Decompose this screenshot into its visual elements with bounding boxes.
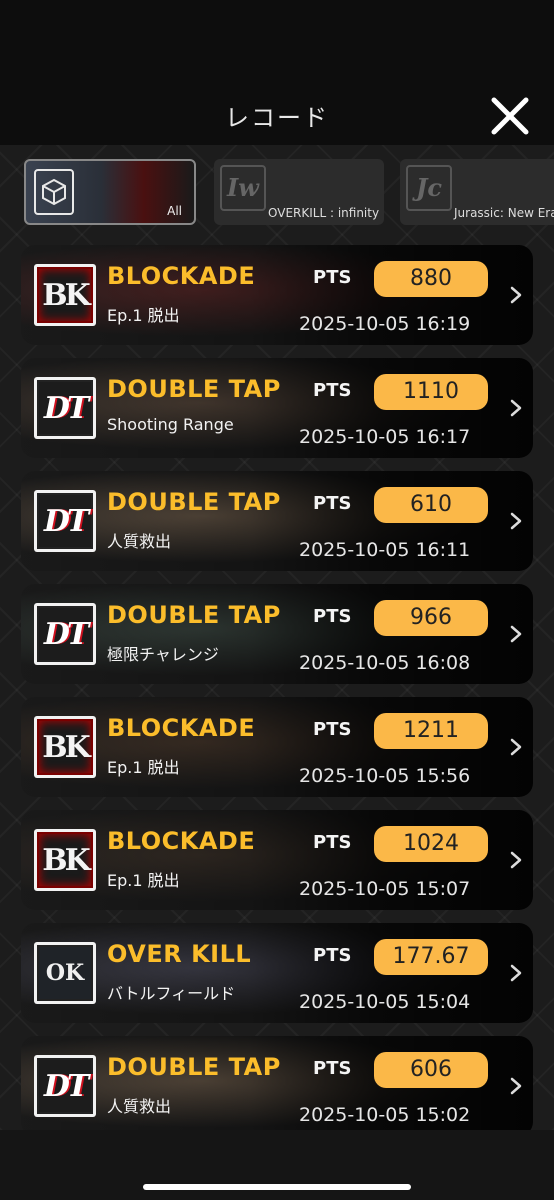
record-timestamp: 2025-10-05 15:07 xyxy=(299,878,471,900)
pts-label: PTS xyxy=(313,1058,352,1079)
game-logo-icon: DT xyxy=(34,377,96,439)
pts-label: PTS xyxy=(313,719,352,740)
game-logo-icon: DT xyxy=(34,1055,96,1117)
record-timestamp: 2025-10-05 16:08 xyxy=(299,652,471,674)
chevron-right-icon[interactable] xyxy=(510,286,522,304)
chevron-right-icon[interactable] xyxy=(510,964,522,982)
game-filter-row: All Iw OVERKILL : infinity Jc Jurassic: … xyxy=(24,159,554,225)
game-title: DOUBLE TAP xyxy=(107,1053,281,1081)
stage-name: Ep.1 脱出 xyxy=(107,306,180,325)
record-card[interactable]: DT DOUBLE TAP 人質救出 PTS 606 2025-10-05 15… xyxy=(21,1036,533,1130)
record-card[interactable]: BK BLOCKADE Ep.1 脱出 PTS 880 2025-10-05 1… xyxy=(21,245,533,345)
filter-label-overkill: OVERKILL : infinity xyxy=(268,206,380,220)
score-badge: 966 xyxy=(374,600,488,636)
game-logo-text: DT xyxy=(37,606,93,662)
game-logo-text: BK xyxy=(37,832,93,888)
game-logo-icon: DT xyxy=(34,603,96,665)
game-title: DOUBLE TAP xyxy=(107,375,281,403)
record-timestamp: 2025-10-05 15:56 xyxy=(299,765,471,787)
game-title: BLOCKADE xyxy=(107,827,256,855)
stage-name: Ep.1 脱出 xyxy=(107,758,180,777)
record-card[interactable]: DT DOUBLE TAP 極限チャレンジ PTS 966 2025-10-05… xyxy=(21,584,533,684)
pts-label: PTS xyxy=(313,606,352,627)
game-logo-icon: DT xyxy=(34,490,96,552)
pts-label: PTS xyxy=(313,945,352,966)
score-badge: 880 xyxy=(374,261,488,297)
pts-label: PTS xyxy=(313,832,352,853)
stage-name: Shooting Range xyxy=(107,415,234,434)
game-logo-text: OK xyxy=(37,945,93,1001)
cube-icon xyxy=(34,169,74,215)
record-timestamp: 2025-10-05 16:19 xyxy=(299,313,471,335)
record-card[interactable]: OK OVER KILL バトルフィールド PTS 177.67 2025-10… xyxy=(21,923,533,1023)
game-logo-icon: BK xyxy=(34,829,96,891)
pts-label: PTS xyxy=(313,267,352,288)
score-badge: 177.67 xyxy=(374,939,488,975)
close-icon xyxy=(491,97,529,135)
filter-label-jurassic: Jurassic: New Era xyxy=(454,206,554,220)
game-logo-text: BK xyxy=(37,267,93,323)
score-badge: 1110 xyxy=(374,374,488,410)
game-title: DOUBLE TAP xyxy=(107,601,281,629)
filter-tab-all[interactable]: All xyxy=(24,159,196,225)
jurassic-logo-icon: Jc xyxy=(406,165,452,211)
record-list-area[interactable]: All Iw OVERKILL : infinity Jc Jurassic: … xyxy=(0,145,554,1130)
pts-label: PTS xyxy=(313,380,352,401)
game-logo-text: DT xyxy=(37,493,93,549)
record-timestamp: 2025-10-05 16:11 xyxy=(299,539,471,561)
chevron-right-icon[interactable] xyxy=(510,1077,522,1095)
chevron-right-icon[interactable] xyxy=(510,512,522,530)
record-timestamp: 2025-10-05 16:17 xyxy=(299,426,471,448)
home-indicator[interactable] xyxy=(143,1184,411,1190)
score-badge: 1024 xyxy=(374,826,488,862)
game-title: DOUBLE TAP xyxy=(107,488,281,516)
game-logo-text: DT xyxy=(37,380,93,436)
stage-name: バトルフィールド xyxy=(107,984,236,1003)
game-logo-text: BK xyxy=(37,719,93,775)
stage-name: 人質救出 xyxy=(107,532,172,551)
stage-name: 極限チャレンジ xyxy=(107,645,219,664)
game-logo-icon: BK xyxy=(34,716,96,778)
overkill-logo-icon: Iw xyxy=(220,165,266,211)
score-badge: 606 xyxy=(374,1052,488,1088)
filter-tab-overkill[interactable]: Iw OVERKILL : infinity xyxy=(214,159,384,225)
chevron-right-icon[interactable] xyxy=(510,399,522,417)
filter-label-all: All xyxy=(167,204,182,218)
game-title: BLOCKADE xyxy=(107,262,256,290)
game-logo-text: DT xyxy=(37,1058,93,1114)
top-bar: レコード xyxy=(0,0,554,145)
stage-name: Ep.1 脱出 xyxy=(107,871,180,890)
page-title: レコード xyxy=(225,104,329,132)
record-card[interactable]: BK BLOCKADE Ep.1 脱出 PTS 1211 2025-10-05 … xyxy=(21,697,533,797)
close-button[interactable] xyxy=(484,90,536,142)
chevron-right-icon[interactable] xyxy=(510,738,522,756)
chevron-right-icon[interactable] xyxy=(510,625,522,643)
score-badge: 610 xyxy=(374,487,488,523)
pts-label: PTS xyxy=(313,493,352,514)
record-card[interactable]: DT DOUBLE TAP Shooting Range PTS 1110 20… xyxy=(21,358,533,458)
chevron-right-icon[interactable] xyxy=(510,851,522,869)
record-timestamp: 2025-10-05 15:04 xyxy=(299,991,471,1013)
score-badge: 1211 xyxy=(374,713,488,749)
record-card[interactable]: BK BLOCKADE Ep.1 脱出 PTS 1024 2025-10-05 … xyxy=(21,810,533,910)
stage-name: 人質救出 xyxy=(107,1097,172,1116)
game-title: OVER KILL xyxy=(107,940,252,968)
game-logo-icon: BK xyxy=(34,264,96,326)
record-timestamp: 2025-10-05 15:02 xyxy=(299,1104,471,1126)
game-logo-icon: OK xyxy=(34,942,96,1004)
record-card[interactable]: DT DOUBLE TAP 人質救出 PTS 610 2025-10-05 16… xyxy=(21,471,533,571)
filter-tab-jurassic[interactable]: Jc Jurassic: New Era xyxy=(400,159,554,225)
game-title: BLOCKADE xyxy=(107,714,256,742)
